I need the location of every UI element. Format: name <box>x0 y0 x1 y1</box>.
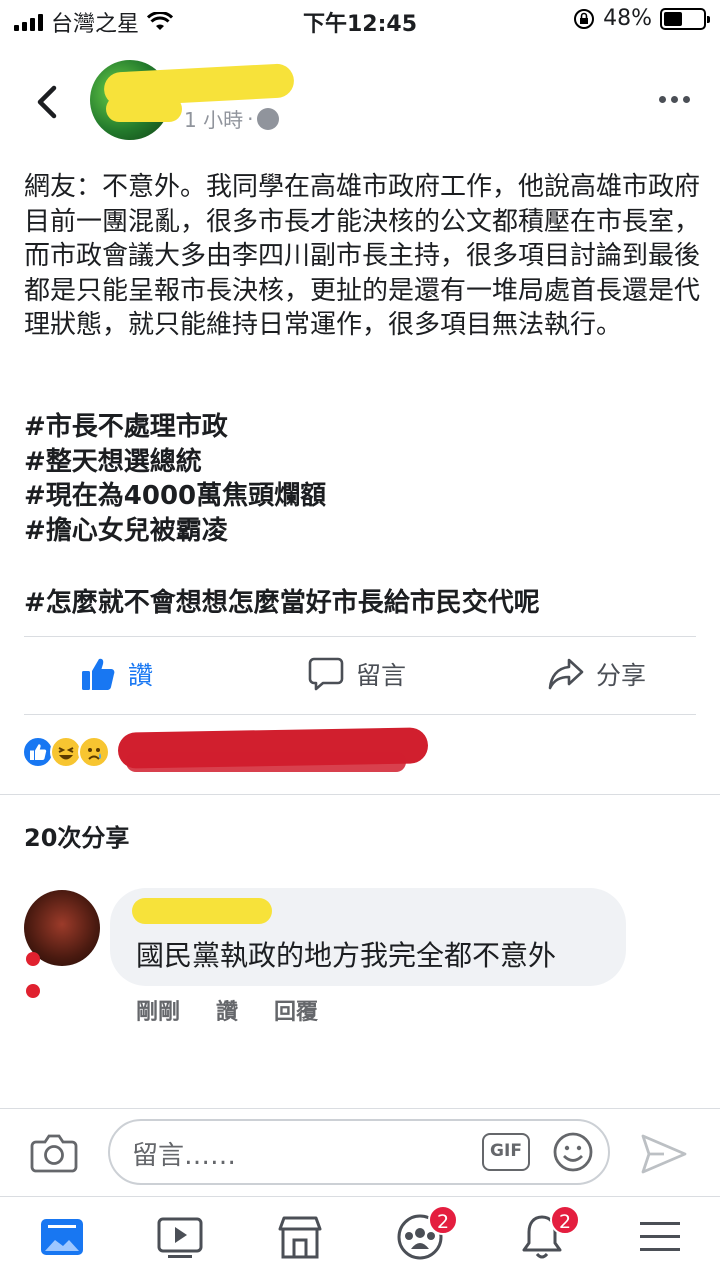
tab-notifications[interactable]: 2 <box>518 1205 580 1261</box>
tab-marketplace[interactable] <box>276 1213 324 1261</box>
redacted-author-name-2 <box>106 96 182 122</box>
tab-watch[interactable] <box>156 1213 204 1261</box>
status-right: 48% <box>573 6 710 31</box>
hashtag-link[interactable]: #現在為4000萬焦頭爛額 <box>24 479 704 514</box>
share-count[interactable]: 20次分享 <box>24 818 129 853</box>
battery-icon <box>660 7 710 30</box>
redacted-commenter-name <box>132 898 272 924</box>
tab-news-feed[interactable] <box>38 1213 86 1261</box>
comment-input-placeholder: 留言…… <box>132 1141 237 1171</box>
bottom-tab-bar: 2 2 <box>0 1196 720 1280</box>
comment-label: 留言 <box>356 661 407 690</box>
watch-video-icon <box>157 1217 203 1258</box>
back-arrow-icon[interactable] <box>30 82 66 122</box>
post-body-text: 網友：不意外。我同學在高雄市政府工作，他說高雄市政府目前一團混亂，很多市長才能決… <box>24 172 701 340</box>
camera-icon[interactable] <box>30 1133 78 1173</box>
notifications-badge: 2 <box>550 1205 580 1235</box>
hashtag-link[interactable]: #怎麼就不會想想怎麼當好市長給市民交代呢 <box>24 582 704 619</box>
red-mark <box>26 984 40 998</box>
divider <box>24 714 696 715</box>
hashtag-link[interactable]: #整天想選總統 <box>24 445 704 480</box>
news-feed-icon <box>41 1219 83 1255</box>
comment-time[interactable]: 剛剛 <box>136 994 180 1026</box>
share-button[interactable]: 分享 <box>548 656 646 692</box>
comment-meta: 剛剛 讚 回覆 <box>136 994 318 1026</box>
share-label: 分享 <box>596 661 647 690</box>
sticker-smile-icon[interactable] <box>552 1131 594 1173</box>
hamburger-menu-icon <box>640 1222 680 1251</box>
sad-reaction-icon <box>78 736 110 768</box>
hashtag-link[interactable]: #市長不處理市政 <box>24 410 704 445</box>
post-action-bar: 讚 留言 分享 <box>0 640 720 714</box>
marketplace-store-icon <box>278 1216 322 1259</box>
thumbs-up-icon <box>82 658 115 690</box>
like-label: 讚 <box>128 661 154 690</box>
post-timestamp[interactable]: 1 小時 · <box>184 104 280 133</box>
comment-input[interactable]: 留言…… GIF <box>108 1119 610 1185</box>
reaction-summary[interactable] <box>22 734 110 770</box>
hashtag-list: #市長不處理市政 #整天想選總統 #現在為4000萬焦頭爛額 #擔心女兒被霸凌 <box>24 410 704 548</box>
comment-reply-link[interactable]: 回覆 <box>274 994 318 1026</box>
gif-button[interactable]: GIF <box>482 1133 530 1171</box>
like-button[interactable]: 讚 <box>80 656 153 692</box>
share-arrow-icon <box>548 658 584 690</box>
rotation-lock-icon <box>574 8 595 29</box>
section-divider <box>0 794 720 795</box>
battery-percent: 48% <box>603 6 652 31</box>
divider <box>24 636 696 637</box>
comment-like-link[interactable]: 讚 <box>216 994 238 1026</box>
red-mark <box>26 952 40 966</box>
timestamp-text: 1 小時 <box>184 108 244 132</box>
comment-bubble-icon <box>308 657 344 691</box>
comment-composer: 留言…… GIF <box>0 1108 720 1196</box>
status-bar: 台灣之星 下午12:45 48% <box>0 0 720 40</box>
tab-menu[interactable] <box>636 1213 684 1261</box>
more-options-icon[interactable] <box>659 96 690 103</box>
timestamp-separator: · <box>247 106 254 131</box>
comment-text: 國民黨執政的地方我完全都不意外 <box>136 939 557 972</box>
tab-groups[interactable]: 2 <box>396 1205 458 1261</box>
comment-button[interactable]: 留言 <box>308 656 406 692</box>
post-header: 1 小時 · <box>0 56 720 146</box>
globe-icon <box>257 107 280 130</box>
hashtag-link[interactable]: #擔心女兒被霸凌 <box>24 514 704 549</box>
send-icon[interactable] <box>640 1133 688 1175</box>
groups-badge: 2 <box>428 1205 458 1235</box>
redacted-reaction-names-2 <box>126 752 406 772</box>
